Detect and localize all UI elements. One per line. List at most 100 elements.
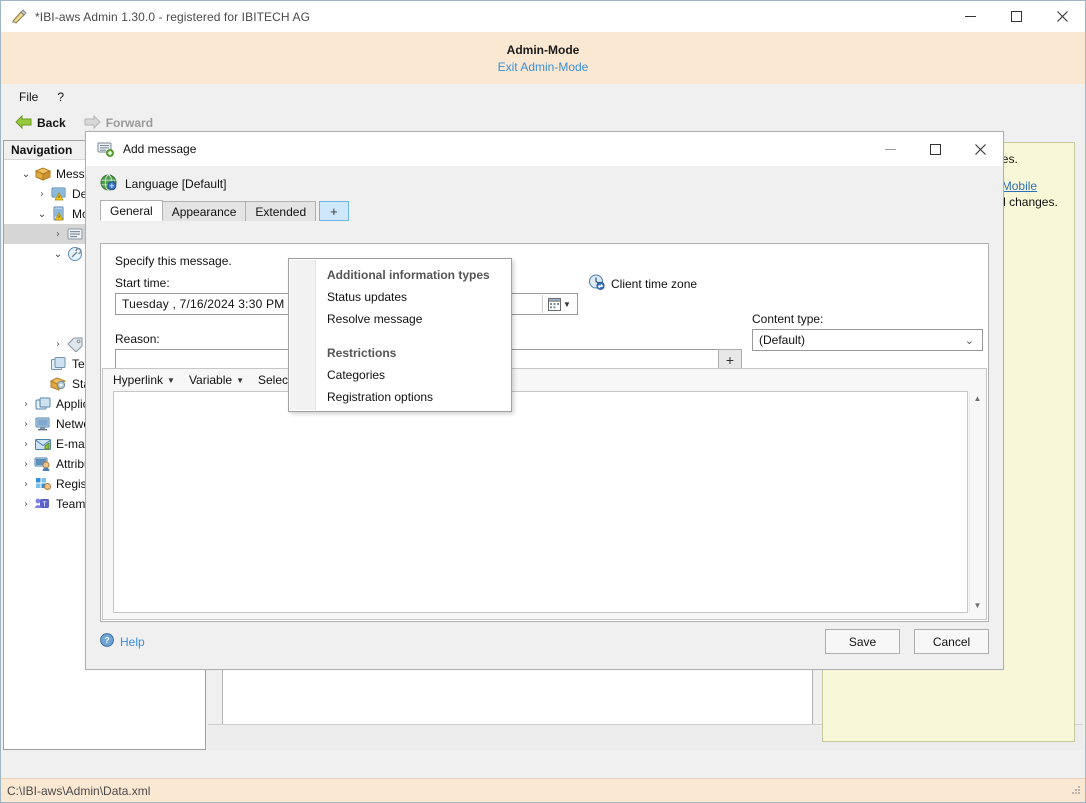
variable-label: Variable	[188, 373, 233, 387]
add-message-icon	[97, 141, 115, 157]
message-editor: Hyperlink ▼ Variable ▼ Select existing t…	[102, 368, 987, 620]
window-minimize-button[interactable]	[947, 1, 993, 32]
chevron-right-icon[interactable]: ›	[50, 339, 66, 350]
applications-icon	[34, 396, 52, 412]
scroll-down-icon[interactable]: ▼	[974, 599, 982, 612]
window-maximize-button[interactable]	[993, 1, 1039, 32]
client-time-zone-label: Client time zone	[611, 276, 698, 291]
menubar: File ?	[1, 84, 1085, 109]
chevron-right-icon[interactable]: ›	[18, 399, 34, 410]
menu-item-registration-options[interactable]: Registration options	[289, 386, 511, 408]
menu-help[interactable]: ?	[49, 87, 72, 107]
chevron-right-icon[interactable]: ›	[18, 439, 34, 450]
svg-text:T: T	[42, 502, 47, 509]
teams-icon: T	[34, 496, 52, 512]
add-tab-dropdown-menu: Additional information types Status upda…	[288, 258, 512, 412]
help-link[interactable]: ? Help	[100, 633, 145, 650]
menu-item-resolve-message[interactable]: Resolve message	[289, 308, 511, 330]
resize-grip-icon[interactable]	[1069, 783, 1081, 798]
exit-admin-mode-link[interactable]: Exit Admin-Mode	[498, 60, 589, 74]
chevron-down-icon[interactable]: ▼	[236, 376, 244, 385]
email-icon	[34, 436, 52, 452]
chevron-right-icon[interactable]: ›	[18, 419, 34, 430]
add-message-dialog: Add message Language [Default] General A…	[85, 131, 1004, 670]
variable-button[interactable]: Variable ▼	[189, 373, 244, 387]
message-textarea[interactable]: ▲ ▼	[113, 391, 985, 613]
dialog-footer: ? Help Save Cancel	[86, 622, 1003, 669]
help-label: Help	[120, 634, 145, 649]
templates-icon	[50, 356, 68, 372]
language-label: Language [Default]	[125, 177, 227, 191]
menu-section-header-restrictions: Restrictions	[327, 346, 397, 360]
back-button[interactable]: Back	[9, 113, 72, 134]
add-tab-button[interactable]: +	[319, 201, 349, 221]
chevron-right-icon[interactable]: ›	[18, 499, 34, 510]
help-icon: ?	[100, 633, 114, 650]
tab-appearance[interactable]: Appearance	[161, 201, 247, 221]
window-controls	[947, 1, 1085, 32]
static-gear-icon	[49, 376, 68, 392]
cancel-button[interactable]: Cancel	[914, 629, 989, 654]
scroll-up-icon[interactable]: ▲	[974, 392, 982, 405]
back-label: Back	[37, 116, 66, 130]
start-time-label: Start time:	[115, 276, 170, 290]
globe-icon	[100, 174, 117, 194]
attributes-user-icon	[34, 456, 52, 472]
package-icon	[34, 166, 52, 182]
chevron-right-icon[interactable]: ›	[18, 479, 34, 490]
window-title: *IBI-aws Admin 1.30.0 - registered for I…	[35, 9, 311, 24]
hyperlink-label: Hyperlink	[113, 373, 164, 387]
dialog-tabstrip: General Appearance Extended +	[100, 200, 989, 221]
start-time-value: Tuesday , 7/16/2024 3:30 PM	[122, 297, 285, 311]
menu-section-header-additional-information-types: Additional information types	[327, 268, 490, 282]
desktop-warning-icon	[50, 186, 68, 202]
date-picker-button[interactable]: ▼	[542, 295, 576, 313]
dialog-minimize-button[interactable]	[868, 132, 913, 166]
dialog-action-buttons: Save Cancel	[825, 629, 989, 654]
editor-toolbar: Hyperlink ▼ Variable ▼ Select existing t…	[103, 369, 986, 391]
hyperlink-button[interactable]: Hyperlink ▼	[113, 373, 175, 387]
content-type-group: Content type: (Default) ⌄	[752, 312, 983, 351]
clock-zone-icon	[588, 274, 605, 293]
tag-icon	[66, 336, 84, 353]
wrench-icon	[66, 246, 84, 262]
tab-extended[interactable]: Extended	[245, 201, 317, 221]
content-type-select[interactable]: (Default) ⌄	[752, 329, 983, 351]
dialog-window-controls	[868, 132, 1003, 166]
menu-item-status-updates[interactable]: Status updates	[289, 286, 511, 308]
svg-text:?: ?	[104, 635, 109, 645]
back-arrow-icon	[15, 114, 32, 132]
dialog-maximize-button[interactable]	[913, 132, 958, 166]
language-row: Language [Default]	[86, 166, 1003, 200]
forward-arrow-icon	[84, 114, 101, 132]
mobile-warning-icon	[50, 206, 68, 222]
network-icon	[34, 416, 52, 432]
menu-item-categories[interactable]: Categories	[289, 364, 511, 386]
message-list-icon	[66, 226, 84, 242]
forward-label: Forward	[105, 116, 154, 130]
window-close-button[interactable]	[1039, 1, 1085, 32]
admin-mode-banner: Admin-Mode Exit Admin-Mode	[1, 32, 1085, 84]
client-time-zone-row[interactable]: Client time zone	[588, 274, 697, 293]
tab-general[interactable]: General	[100, 200, 163, 221]
app-pen-icon	[10, 8, 28, 25]
application-window: *IBI-aws Admin 1.30.0 - registered for I…	[0, 0, 1086, 803]
save-button[interactable]: Save	[825, 629, 900, 654]
dialog-title: Add message	[123, 142, 197, 156]
menu-file[interactable]: File	[11, 87, 46, 107]
chevron-down-icon[interactable]: ⌄	[965, 334, 974, 347]
chevron-right-icon[interactable]: ›	[34, 189, 50, 200]
chevron-right-icon[interactable]: ›	[50, 229, 66, 240]
registration-grid-icon	[34, 476, 52, 492]
reason-row: Reason: + Content type: (Default) ⌄	[115, 312, 983, 371]
tree-label: Applic	[56, 397, 89, 411]
chevron-down-icon[interactable]: ⌄	[18, 169, 34, 180]
chevron-down-icon[interactable]: ⌄	[50, 249, 66, 260]
menu-separator	[289, 330, 511, 339]
editor-scrollbar[interactable]: ▲ ▼	[969, 392, 985, 612]
chevron-down-icon[interactable]: ⌄	[34, 209, 50, 220]
chevron-right-icon[interactable]: ›	[18, 459, 34, 470]
chevron-down-icon[interactable]: ▼	[563, 300, 571, 309]
chevron-down-icon[interactable]: ▼	[167, 376, 175, 385]
dialog-close-button[interactable]	[958, 132, 1003, 166]
